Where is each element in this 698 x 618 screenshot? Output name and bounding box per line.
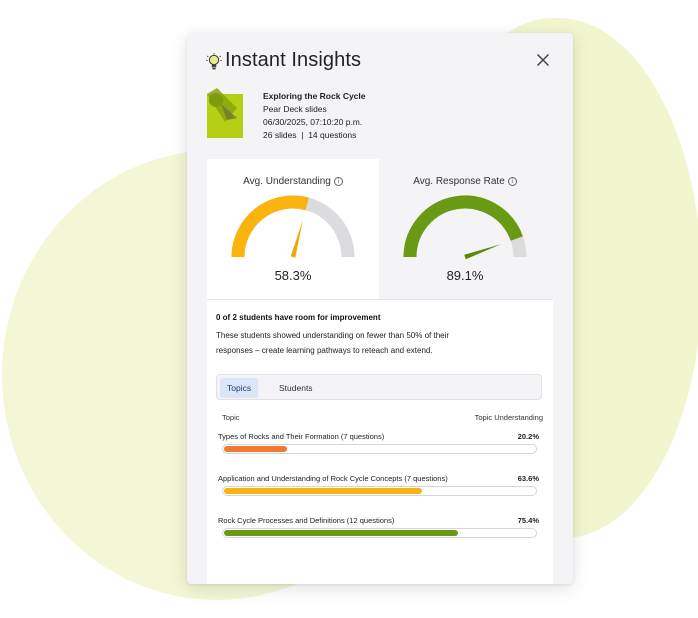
progress-bar-track <box>222 528 537 538</box>
lesson-details: Exploring the Rock Cycle Pear Deck slide… <box>263 90 366 142</box>
lightbulb-icon <box>206 53 222 70</box>
progress-bar-fill <box>224 446 287 452</box>
topic-name: Types of Rocks and Their Formation (7 qu… <box>218 432 385 441</box>
understanding-gauge <box>231 195 355 258</box>
instant-insights-panel: Instant Insights Exploring the Rock Cycl… <box>187 33 573 584</box>
gauge-label: Avg. Response Rate <box>413 176 505 187</box>
gauge-avg-response-rate: Avg. Response Rate i 89.1% <box>379 159 551 299</box>
close-icon[interactable] <box>536 53 550 67</box>
lesson-stats: 26 slides | 14 questions <box>263 130 357 140</box>
lesson-source: Pear Deck slides <box>263 104 327 114</box>
progress-bar-fill <box>224 530 459 536</box>
gauge-avg-understanding: Avg. Understanding i 58.3% <box>207 159 379 299</box>
topic-name: Rock Cycle Processes and Definitions (12… <box>218 516 395 525</box>
gauge-fill <box>403 195 523 258</box>
topic-percent: 63.6% <box>517 474 539 483</box>
panel-title: Instant Insights <box>225 49 362 71</box>
lesson-info: Exploring the Rock Cycle Pear Deck slide… <box>207 88 557 144</box>
lesson-title: Exploring the Rock Cycle <box>263 91 366 101</box>
progress-bar-track <box>222 444 537 454</box>
lesson-datetime: 06/30/2025, 07:10:20 p.m. <box>263 117 363 127</box>
column-header-topic: Topic <box>222 413 240 422</box>
topic-name: Application and Understanding of Rock Cy… <box>218 474 448 483</box>
gauges-row: Avg. Understanding i 58.3% Avg. Response … <box>207 159 553 299</box>
progress-bar-fill <box>224 488 422 494</box>
tab-topics[interactable]: Topics <box>220 378 259 398</box>
gauge-label: Avg. Understanding <box>243 176 331 187</box>
topic-row: Types of Rocks and Their Formation (7 qu… <box>217 432 539 462</box>
gauge-needle <box>464 244 501 260</box>
pear-deck-thumbnail-icon <box>207 88 243 138</box>
tab-students[interactable]: Students <box>272 378 320 398</box>
topic-row: Application and Understanding of Rock Cy… <box>217 474 539 504</box>
improvement-summary: 0 of 2 students have room for improvemen… <box>207 299 553 374</box>
info-icon[interactable]: i <box>507 177 517 186</box>
topic-row: Rock Cycle Processes and Definitions (12… <box>217 516 539 546</box>
tab-bar: Topics Students <box>216 374 542 400</box>
response-rate-gauge <box>403 195 527 260</box>
info-icon[interactable]: i <box>333 177 343 186</box>
topic-percent: 20.2% <box>517 432 539 441</box>
summary-title: 0 of 2 students have room for improvemen… <box>216 313 381 322</box>
gauge-value: 58.3% <box>274 268 312 283</box>
panel-header: Instant Insights <box>187 33 573 83</box>
column-header-understanding: Topic Understanding <box>474 413 543 422</box>
summary-text: These students showed understanding on f… <box>216 331 450 355</box>
topic-percent: 75.4% <box>517 516 539 525</box>
gauge-value: 89.1% <box>446 268 484 283</box>
gauge-needle <box>290 220 303 258</box>
topics-section: Topics Students Topic Topic Understandin… <box>207 374 553 584</box>
progress-bar-track <box>222 486 537 496</box>
